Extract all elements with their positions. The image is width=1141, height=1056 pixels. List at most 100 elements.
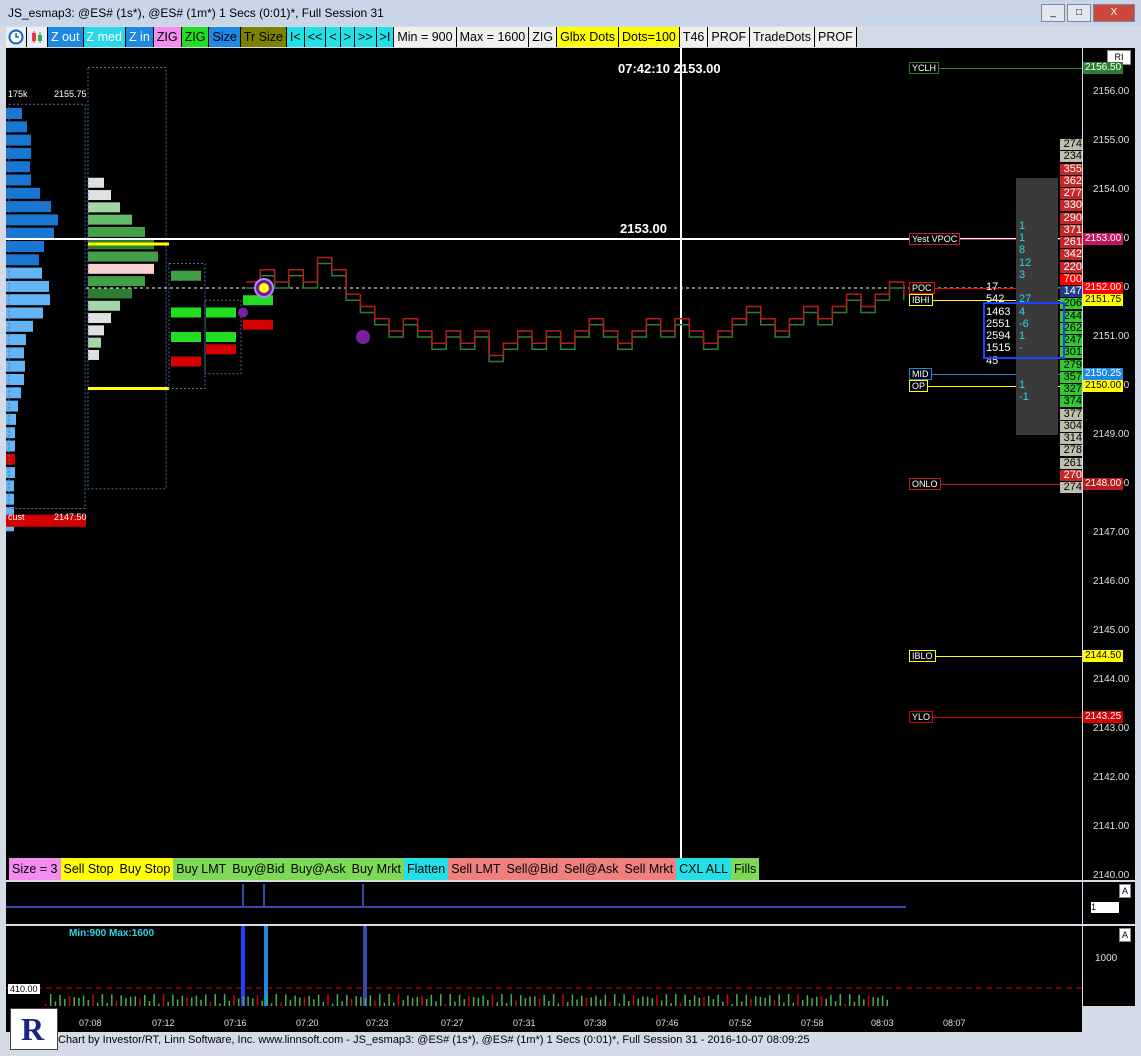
toolbar-button-19[interactable]: PROF (708, 27, 751, 47)
dom-level-volume[interactable]: 290 (1060, 212, 1082, 224)
auto-scale-button-1[interactable]: A (1119, 884, 1131, 898)
order-button-10[interactable]: Sell@Ask (561, 858, 622, 880)
dom-delta-value: 1 (1019, 219, 1026, 232)
indicator-pane-2[interactable]: Min:900 Max:1600 410.00 (6, 926, 1082, 1006)
toolbar-button-9[interactable]: < (326, 27, 341, 47)
profile-bar (88, 337, 101, 348)
dom-level-volume[interactable]: 377 (1060, 408, 1082, 420)
order-button-5[interactable]: Buy@Ask (287, 858, 349, 880)
time-tick: 07:20 (296, 1018, 319, 1028)
toolbar-button-14[interactable]: Max = 1600 (456, 27, 530, 47)
dom-level-volume[interactable]: 270 (1060, 469, 1082, 481)
toolbar-button-17[interactable]: Dots=100 (618, 27, 680, 47)
dom-level-volume[interactable]: 274 (1060, 139, 1082, 150)
order-button-0[interactable]: Size = 3 (9, 858, 61, 880)
dom-level-volume[interactable]: 700 (1060, 273, 1082, 285)
dom-level-volume[interactable]: 357 (1060, 371, 1082, 383)
toolbar-button-13[interactable]: Min = 900 (394, 27, 457, 47)
order-button-2[interactable]: Buy Stop (116, 858, 174, 880)
volume-cell (171, 270, 201, 281)
order-button-7[interactable]: Flatten (403, 858, 449, 880)
dom-level-volume[interactable]: 278 (1060, 445, 1082, 457)
clock-icon[interactable] (6, 27, 27, 47)
toolbar-button-18[interactable]: T46 (679, 27, 709, 47)
dom-level-volume[interactable]: 371 (1060, 224, 1082, 236)
level-price-tag: 2144.50 (1083, 649, 1124, 662)
dom-level-volume[interactable]: 304 (1060, 420, 1082, 432)
toolbar-button-21[interactable]: PROF (815, 27, 857, 47)
dom-level-volume[interactable]: 279 (1060, 359, 1082, 371)
toolbar-button-16[interactable]: Glbx Dots (557, 27, 619, 47)
dom-level-volume[interactable]: 277 (1060, 188, 1082, 199)
toolbar-button-11[interactable]: >> (354, 27, 377, 47)
toolbar-button-10[interactable]: > (340, 27, 355, 47)
dom-level-volume[interactable]: 327 (1060, 384, 1082, 395)
reference-value: 410.00 (8, 984, 40, 994)
profile-bar (6, 294, 50, 306)
dom-level-volume[interactable]: 261 (1060, 237, 1082, 248)
toolbar-button-15[interactable]: ZIG (529, 27, 558, 47)
toolbar-button-0[interactable]: Z out (48, 27, 84, 47)
dom-level-volume[interactable]: 261 (1060, 457, 1082, 469)
profile-bar (6, 413, 16, 425)
order-button-3[interactable]: Buy LMT (173, 858, 230, 880)
price-axis[interactable]: RI 2156.002155.002154.002153.002152.0021… (1083, 48, 1135, 881)
toolbar-button-20[interactable]: TradeDots (750, 27, 816, 47)
order-button-12[interactable]: CXL ALL (676, 858, 732, 880)
maximize-button[interactable]: □ (1067, 4, 1091, 22)
minimize-button[interactable]: _ (1041, 4, 1065, 22)
dom-level-volume[interactable]: 330 (1060, 200, 1082, 212)
dom-level-volume[interactable]: 374 (1060, 396, 1082, 408)
price-trace-green (246, 262, 905, 363)
toolbar-button-4[interactable]: ZIG (181, 27, 210, 47)
auto-scale-button-2[interactable]: A (1119, 928, 1131, 942)
toolbar-button-7[interactable]: I< (286, 27, 305, 47)
toolbar-button-12[interactable]: >I (376, 27, 395, 47)
dom-level-volume[interactable]: 362 (1060, 175, 1082, 187)
level-price-tag: 2148.00 (1083, 478, 1124, 490)
time-tick: 07:52 (729, 1018, 752, 1028)
profile-bar (6, 227, 54, 239)
level-line (909, 716, 1082, 718)
profile-bar (6, 134, 31, 146)
dom-level-volume[interactable]: 274 (1060, 482, 1082, 493)
toolbar-button-3[interactable]: ZIG (153, 27, 182, 47)
indicator-pane-1[interactable] (6, 882, 1082, 924)
profile-bar (88, 276, 145, 287)
order-button-4[interactable]: Buy@Bid (229, 858, 288, 880)
window-titlebar: JS_esmap3: @ES# (1s*), @ES# (1m*) 1 Secs… (0, 0, 1141, 26)
time-tick: 07:46 (656, 1018, 679, 1028)
toolbar-button-2[interactable]: Z in (125, 27, 154, 47)
dom-level-volume[interactable]: 220 (1060, 261, 1082, 273)
toolbar-button-6[interactable]: Tr Size (240, 27, 287, 47)
profile-volume-label: 175k (8, 89, 28, 99)
indicator-axis-2: A 1000 (1083, 926, 1135, 1006)
toolbar-button-8[interactable]: << (304, 27, 327, 47)
profile-high-price: 2155.75 (54, 89, 87, 99)
order-button-8[interactable]: Sell LMT (448, 858, 504, 880)
dom-level-volume[interactable]: 314 (1060, 433, 1082, 444)
order-button-1[interactable]: Sell Stop (60, 858, 117, 880)
price-chart[interactable]: 07:42:10 2153.00 2153.00 175k 2155.75 cu… (6, 48, 1082, 880)
time-tick: 07:23 (366, 1018, 389, 1028)
order-button-9[interactable]: Sell@Bid (503, 858, 562, 880)
level-label: IBHI (909, 294, 933, 307)
time-tick: 07:27 (441, 1018, 464, 1028)
price-tick: 2156.00 (1093, 86, 1130, 97)
order-button-13[interactable]: Fills (731, 858, 760, 880)
dom-level-volume[interactable]: 355 (1060, 163, 1082, 175)
close-button[interactable]: X (1093, 4, 1135, 22)
dom-level-volume[interactable]: 234 (1060, 151, 1082, 163)
toolbar-button-1[interactable]: Z med (83, 27, 126, 47)
order-button-11[interactable]: Sell Mrkt (621, 858, 677, 880)
profile-bar (6, 201, 51, 213)
candlestick-icon[interactable] (27, 27, 48, 47)
profile-footer-label: cust (8, 512, 25, 522)
dom-level-volume[interactable]: 342 (1060, 249, 1082, 261)
dom-level-volume[interactable]: 147 (1060, 286, 1082, 297)
profile-low-price: 2147.50 (54, 512, 87, 522)
order-button-6[interactable]: Buy Mrkt (348, 858, 404, 880)
level-label: YCLH (909, 61, 940, 74)
toolbar-button-5[interactable]: Size (209, 27, 241, 47)
volume-spike (363, 926, 367, 1006)
